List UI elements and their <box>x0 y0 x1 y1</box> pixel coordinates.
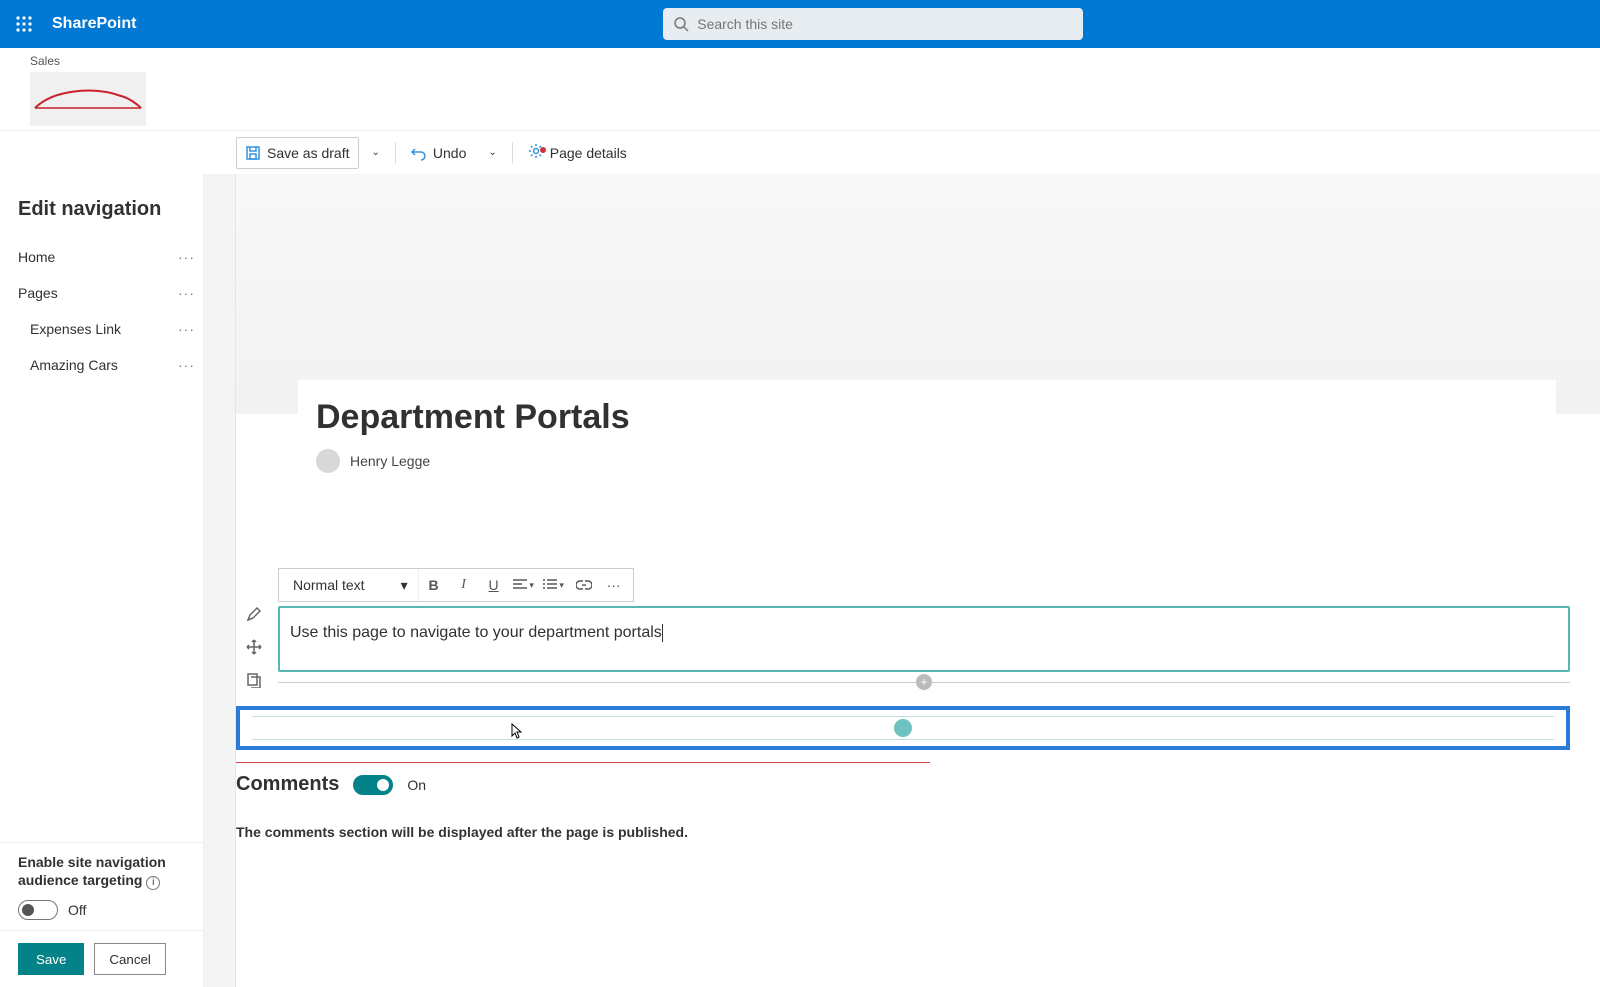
audience-targeting-control: Enable site navigation audience targetin… <box>0 842 203 930</box>
undo-label: Undo <box>433 145 466 161</box>
site-logo[interactable] <box>30 72 146 126</box>
text-webpart[interactable]: Use this page to navigate to your depart… <box>278 606 1570 672</box>
canvas-gutter <box>204 174 236 987</box>
left-navigation: Edit navigation Home ··· Pages ··· Expen… <box>0 174 204 987</box>
chevron-down-icon: ▾ <box>529 580 534 591</box>
move-webpart-button[interactable] <box>246 639 262 658</box>
align-button[interactable]: ▾ <box>509 570 539 600</box>
edit-icon <box>246 606 262 622</box>
car-logo-icon <box>33 84 143 114</box>
more-formatting-button[interactable]: ··· <box>599 570 629 600</box>
underline-button[interactable]: U <box>479 570 509 600</box>
nav-item-expenses-link[interactable]: Expenses Link ··· <box>0 311 203 347</box>
bold-button[interactable]: B <box>419 570 449 600</box>
hyperlink-button[interactable] <box>569 570 599 600</box>
save-split-button[interactable]: ⌄ <box>363 137 389 169</box>
divider-line <box>236 762 930 763</box>
page-title[interactable]: Department Portals <box>316 398 1538 437</box>
more-options-icon[interactable]: ··· <box>178 357 195 373</box>
more-options-icon[interactable]: ··· <box>178 249 195 265</box>
nav-item-label: Pages <box>18 285 58 301</box>
bullet-list-icon <box>543 579 557 591</box>
waffle-icon <box>16 16 32 32</box>
add-webpart-divider[interactable]: + <box>278 678 1570 688</box>
more-options-icon[interactable]: ··· <box>178 285 195 301</box>
undo-split-button[interactable]: ⌄ <box>479 137 505 169</box>
plus-circle-icon: + <box>916 674 932 690</box>
edit-webpart-button[interactable] <box>246 606 262 625</box>
info-icon[interactable]: i <box>146 876 160 890</box>
page-hero[interactable] <box>236 174 1600 414</box>
search-icon <box>673 16 689 32</box>
save-as-draft-button[interactable]: Save as draft <box>236 137 359 169</box>
nav-panel-title: Edit navigation <box>0 198 203 239</box>
more-options-icon[interactable]: ··· <box>178 321 195 337</box>
move-icon <box>246 639 262 655</box>
avatar <box>316 449 340 473</box>
comments-toggle-row: Comments On <box>236 773 1570 796</box>
chevron-down-icon: ▾ <box>401 577 408 594</box>
add-webpart-handle[interactable] <box>894 719 912 737</box>
targeting-label-line2: audience targeting <box>18 872 142 888</box>
duplicate-webpart-button[interactable] <box>246 672 262 691</box>
author-name: Henry Legge <box>350 453 430 469</box>
site-name[interactable]: Sales <box>30 54 1592 68</box>
targeting-state-label: Off <box>68 902 86 918</box>
comments-toggle[interactable] <box>353 775 393 795</box>
copy-icon <box>246 672 262 688</box>
save-as-draft-label: Save as draft <box>267 145 350 161</box>
text-style-dropdown[interactable]: Normal text ▾ <box>283 569 419 601</box>
nav-item-amazing-cars[interactable]: Amazing Cars ··· <box>0 347 203 383</box>
page-author[interactable]: Henry Legge <box>316 449 1538 473</box>
text-caret <box>662 624 663 642</box>
comments-state-label: On <box>407 777 426 793</box>
text-style-label: Normal text <box>293 577 365 593</box>
targeting-label-line1: Enable site navigation <box>18 854 166 870</box>
nav-item-label: Amazing Cars <box>30 357 118 373</box>
page-body-text: Use this page to navigate to your depart… <box>290 624 662 641</box>
undo-icon <box>411 145 427 161</box>
nav-item-pages[interactable]: Pages ··· <box>0 275 203 311</box>
command-bar: Save as draft ⌄ Undo ⌄ Page details <box>0 130 1600 174</box>
link-icon <box>576 580 592 590</box>
nav-cancel-button[interactable]: Cancel <box>94 943 166 975</box>
nav-item-label: Expenses Link <box>30 321 121 337</box>
comments-note: The comments section will be displayed a… <box>236 824 1570 840</box>
comments-heading: Comments <box>236 773 339 796</box>
search-box[interactable] <box>663 8 1083 40</box>
italic-button[interactable]: I <box>449 570 479 600</box>
chevron-down-icon: ⌄ <box>372 147 380 158</box>
app-launcher-button[interactable] <box>0 0 48 48</box>
undo-button[interactable]: Undo <box>402 137 475 169</box>
targeting-toggle[interactable] <box>18 900 58 920</box>
search-input[interactable] <box>697 16 1073 32</box>
save-icon <box>245 145 261 161</box>
page-title-card: Department Portals Henry Legge <box>298 380 1556 483</box>
app-name[interactable]: SharePoint <box>48 15 136 33</box>
nav-save-button[interactable]: Save <box>18 943 84 975</box>
cursor-icon <box>508 722 526 749</box>
notification-dot <box>540 147 546 153</box>
selected-empty-section[interactable] <box>236 706 1570 750</box>
list-button[interactable]: ▾ <box>539 570 569 600</box>
site-header: Sales <box>0 48 1600 132</box>
nav-item-home[interactable]: Home ··· <box>0 239 203 275</box>
nav-item-label: Home <box>18 249 55 265</box>
suite-bar: SharePoint <box>0 0 1600 48</box>
chevron-down-icon: ▾ <box>559 580 564 591</box>
align-left-icon <box>513 579 527 591</box>
page-details-label: Page details <box>550 145 627 161</box>
chevron-down-icon: ⌄ <box>488 147 496 158</box>
text-toolbar: Normal text ▾ B I U ▾ ▾ <box>278 568 634 602</box>
page-details-button[interactable]: Page details <box>519 137 636 169</box>
